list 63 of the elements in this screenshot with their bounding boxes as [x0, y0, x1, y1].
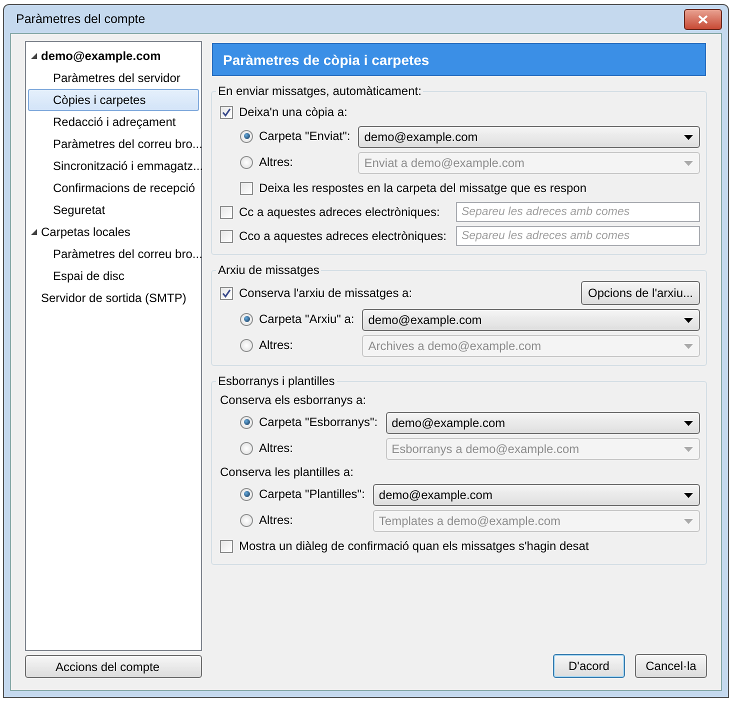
checkbox-label: Cco a aquestes adreces electròniques:: [239, 229, 446, 243]
radio-label: Carpeta "Arxiu" a:: [259, 312, 354, 326]
radio-label: Carpeta "Esborranys":: [259, 415, 378, 429]
radio-label: Altres:: [259, 441, 294, 455]
folder-dropdown[interactable]: demo@example.com: [358, 126, 700, 148]
tree-item[interactable]: demo@example.com: [39, 49, 161, 63]
radio-button[interactable]: [240, 416, 253, 428]
address-field[interactable]: Separeu les adreces amb comes: [456, 202, 700, 222]
radio-button[interactable]: [240, 130, 253, 142]
checkbox-label: Mostra un diàleg de confirmació quan els missatges s'hagin desat: [239, 539, 589, 553]
radio-label: Carpeta "Plantilles":: [259, 487, 365, 501]
checkbox[interactable]: [220, 230, 233, 242]
group-title: Esborranys i plantilles: [217, 374, 336, 388]
folder-dropdown[interactable]: demo@example.com: [386, 412, 700, 434]
expanded-triangle-icon[interactable]: [31, 53, 37, 59]
radio-button[interactable]: [240, 488, 253, 500]
dropdown-arrow-icon: [684, 420, 693, 426]
tree-item[interactable]: Espai de disc: [51, 269, 124, 283]
checkbox[interactable]: [220, 286, 233, 300]
dialog-button[interactable]: D'acord: [553, 654, 625, 678]
address-field[interactable]: Separeu les adreces amb comes: [456, 226, 700, 246]
window-title: Paràmetres del compte: [16, 12, 146, 26]
checkbox-label: Deixa'n una còpia a:: [239, 105, 348, 119]
tree-item[interactable]: Paràmetres del correu bro...: [51, 247, 202, 261]
checkbox[interactable]: [240, 182, 253, 194]
account-actions-button[interactable]: Accions del compte: [25, 655, 202, 678]
dropdown-arrow-icon: [684, 492, 693, 498]
group-title: En enviar missatges, automàticament:: [217, 84, 422, 98]
checkbox[interactable]: [220, 540, 233, 552]
checkbox-label: Cc a aquestes adreces electròniques:: [239, 205, 440, 219]
tree-item[interactable]: Paràmetres del servidor: [51, 71, 180, 85]
expanded-triangle-icon[interactable]: [31, 229, 37, 235]
folder-dropdown[interactable]: demo@example.com: [372, 484, 700, 506]
tree-item[interactable]: Seguretat: [51, 203, 106, 217]
radio-label: Altres:: [259, 338, 294, 352]
radio-button[interactable]: [240, 312, 253, 326]
radio-label: Altres:: [259, 155, 294, 169]
tree-item[interactable]: Redacció i adreçament: [51, 115, 176, 129]
dropdown-arrow-icon: [684, 446, 693, 452]
radio-label: Carpeta "Enviat":: [259, 129, 350, 143]
archive-options-button[interactable]: Opcions de l'arxiu...: [580, 281, 700, 305]
radio-label: Altres:: [259, 513, 294, 527]
tree-item[interactable]: Sincronització i emmagatz...: [51, 159, 204, 173]
dropdown-arrow-icon: [684, 160, 693, 166]
panel-header: Paràmetres de còpia i carpetes: [212, 43, 706, 76]
tree-item[interactable]: Paràmetres del correu bro...: [51, 137, 202, 151]
tree-item[interactable]: Carpetas locales: [39, 225, 130, 239]
tree-item[interactable]: Servidor de sortida (SMTP): [39, 291, 186, 305]
checkbox[interactable]: [220, 106, 233, 118]
dropdown-arrow-icon: [684, 344, 693, 348]
folder-dropdown[interactable]: demo@example.com: [362, 309, 700, 331]
dropdown-arrow-icon: [684, 134, 693, 140]
dropdown-arrow-icon: [684, 318, 693, 322]
dropdown-arrow-icon: [684, 518, 693, 524]
tree-item[interactable]: Confirmacions de recepció: [51, 181, 196, 195]
group-label: Conserva les plantilles a:: [220, 465, 354, 479]
close-icon[interactable]: [684, 8, 722, 30]
dialog-button[interactable]: Cancel·la: [635, 654, 707, 678]
checkbox-label: Deixa les respostes en la carpeta del missatge que es respon: [259, 181, 587, 195]
group-title: Arxiu de missatges: [217, 263, 320, 277]
group-label: Conserva els esborranys a:: [220, 393, 366, 407]
checkbox-label: Conserva l'arxiu de missatges a:: [239, 286, 412, 300]
checkbox[interactable]: [220, 206, 233, 218]
